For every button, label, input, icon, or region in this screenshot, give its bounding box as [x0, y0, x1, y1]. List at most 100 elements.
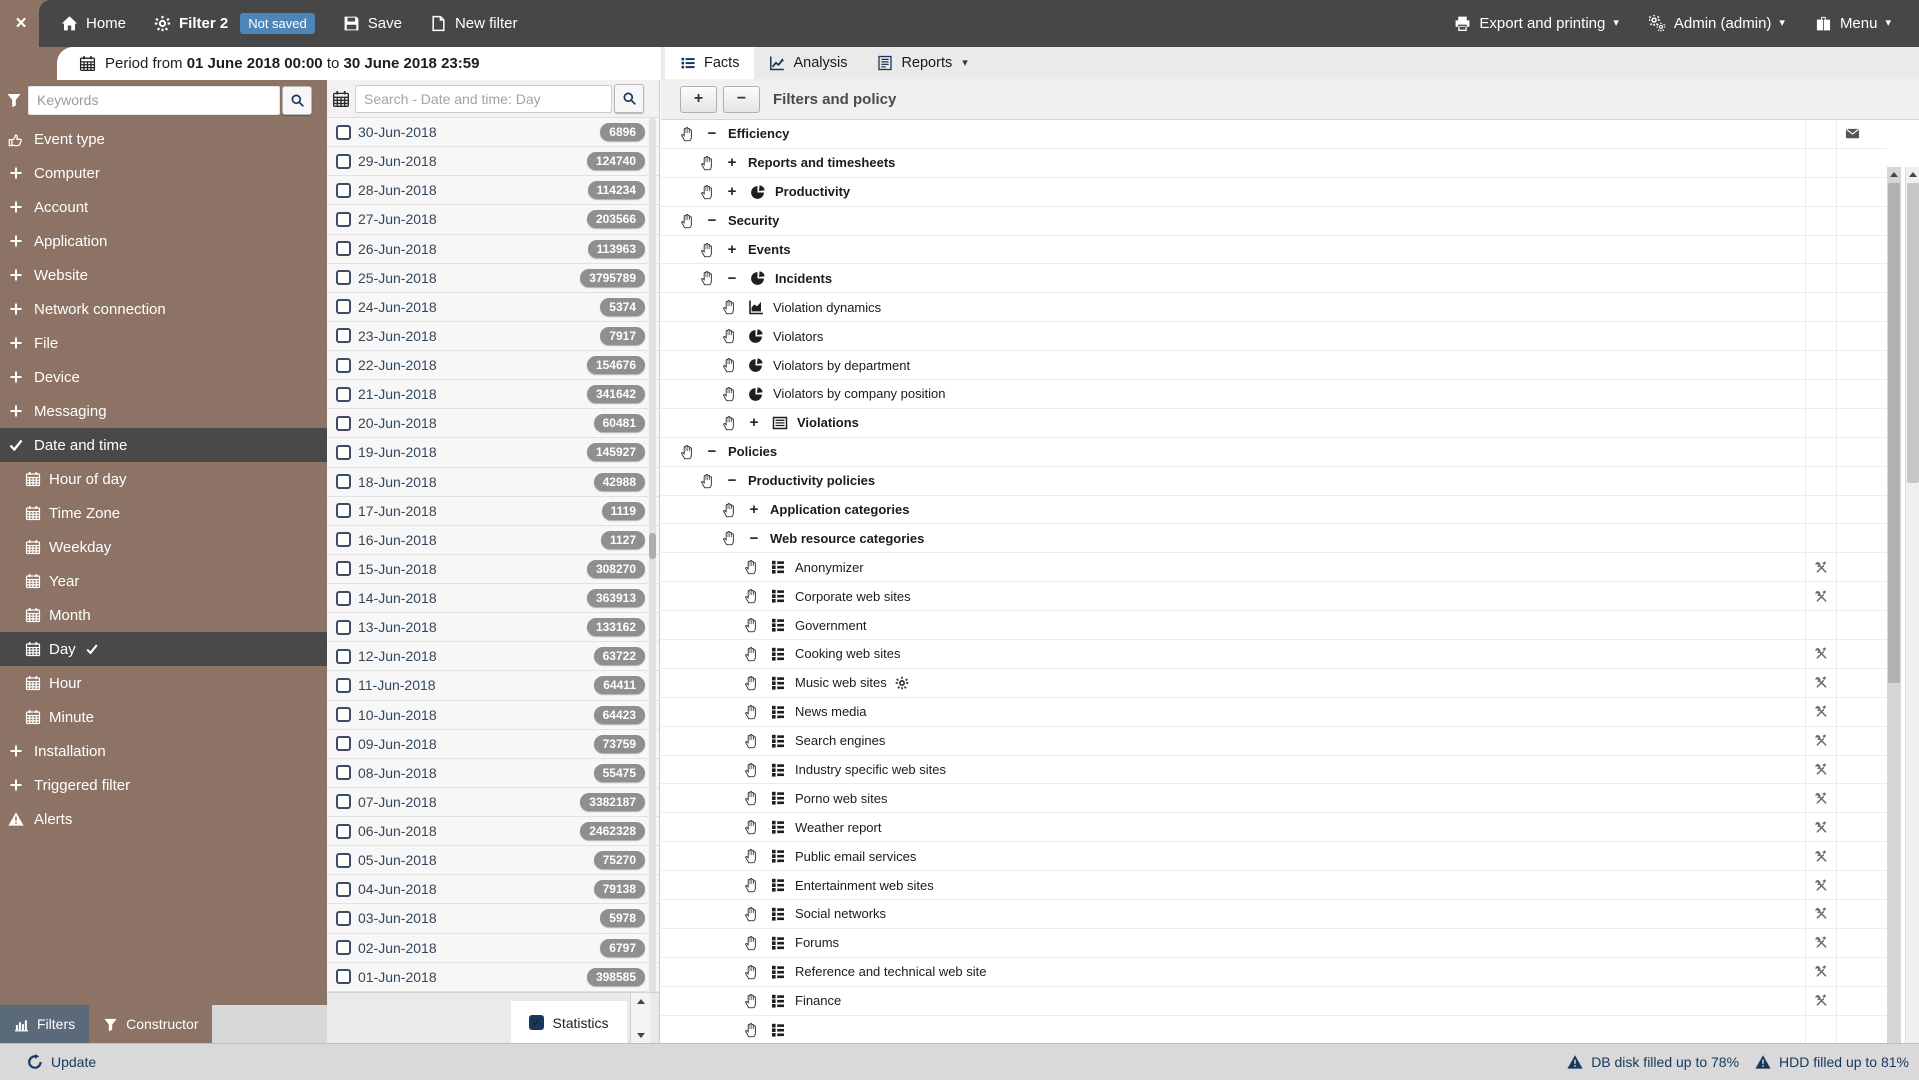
date-row[interactable]: 21-Jun-2018 341642 — [327, 380, 659, 410]
tree-scrollbar[interactable] — [1887, 167, 1901, 1080]
tree-row[interactable]: Finance — [661, 986, 1887, 1016]
sidebar-item[interactable]: Minute — [0, 700, 327, 734]
hand-icon[interactable] — [743, 935, 759, 951]
date-row[interactable]: 07-Jun-2018 3382187 — [327, 788, 659, 817]
tree-row[interactable]: + Violations — [661, 408, 1887, 438]
tools-icon[interactable] — [1814, 589, 1829, 604]
date-search-button[interactable] — [614, 84, 644, 113]
sidebar-item[interactable]: Date and time — [0, 428, 327, 462]
save-button[interactable]: Save — [343, 15, 402, 32]
date-row[interactable]: 18-Jun-2018 42988 — [327, 468, 659, 497]
tree-row[interactable]: Anonymizer — [661, 553, 1887, 583]
date-row[interactable]: 06-Jun-2018 2462328 — [327, 817, 659, 847]
hand-icon[interactable] — [743, 993, 759, 1009]
date-checkbox[interactable] — [336, 648, 351, 664]
date-checkbox[interactable] — [336, 503, 351, 519]
tree-row[interactable]: Violation dynamics — [661, 293, 1887, 323]
date-row[interactable]: 11-Jun-2018 64411 — [327, 671, 659, 701]
date-checkbox[interactable] — [336, 386, 351, 402]
sidebar-item[interactable]: Month — [0, 598, 327, 632]
tree-row[interactable]: Search engines — [661, 726, 1887, 756]
sidebar-item[interactable]: Weekday — [0, 530, 327, 564]
date-checkbox[interactable] — [336, 619, 351, 635]
date-checkbox[interactable] — [336, 823, 351, 839]
sidebar-item[interactable]: Hour of day — [0, 462, 327, 496]
tools-icon[interactable] — [1814, 733, 1829, 748]
tree-node-label[interactable]: Reference and technical web site — [795, 964, 987, 979]
hand-icon[interactable] — [721, 328, 737, 344]
tree-toggle[interactable]: + — [747, 501, 761, 518]
home-button[interactable]: Home — [61, 15, 126, 32]
add-button[interactable]: + — [680, 85, 717, 113]
date-checkbox[interactable] — [336, 736, 351, 752]
tree-node-label[interactable]: Music web sites — [795, 675, 887, 690]
hand-icon[interactable] — [743, 704, 759, 720]
tree-node-label[interactable]: Entertainment web sites — [795, 878, 934, 893]
tree-node-label[interactable]: Government — [795, 618, 867, 633]
tree-toggle[interactable]: − — [725, 270, 739, 287]
tree-node-label[interactable]: Application categories — [770, 502, 909, 517]
tree-row[interactable]: + Productivity — [661, 177, 1887, 207]
tree-node-label[interactable]: Search engines — [795, 733, 885, 748]
date-checkbox[interactable] — [336, 153, 351, 169]
page-scrollbar[interactable] — [1905, 167, 1919, 1080]
date-checkbox[interactable] — [336, 299, 351, 315]
sidebar-item[interactable]: Website — [0, 258, 327, 292]
tree-row[interactable]: Industry specific web sites — [661, 755, 1887, 785]
hand-icon[interactable] — [721, 530, 737, 546]
tree-node-label[interactable]: Cooking web sites — [795, 646, 901, 661]
hand-icon[interactable] — [679, 126, 695, 142]
tree-row[interactable]: − Productivity policies — [661, 466, 1887, 496]
tree-node-label[interactable]: Security — [728, 213, 779, 228]
date-checkbox[interactable] — [336, 940, 351, 956]
date-checkbox[interactable] — [336, 561, 351, 577]
sidebar-item[interactable]: Triggered filter — [0, 768, 327, 802]
sidebar-item[interactable]: Day — [0, 632, 327, 666]
hand-icon[interactable] — [743, 848, 759, 864]
tree-node-label[interactable]: Porno web sites — [795, 791, 888, 806]
sidebar-item[interactable]: Messaging — [0, 394, 327, 428]
hand-icon[interactable] — [743, 790, 759, 806]
tree-toggle[interactable]: − — [747, 530, 761, 547]
keywords-search-button[interactable] — [282, 85, 312, 115]
tree-node-label[interactable]: Productivity policies — [748, 473, 875, 488]
main-tab[interactable]: Analysis — [754, 47, 862, 79]
sidebar-item[interactable]: Hour — [0, 666, 327, 700]
tree-node-label[interactable]: Anonymizer — [795, 560, 864, 575]
tree-toggle[interactable]: + — [747, 414, 761, 431]
tools-icon[interactable] — [1814, 762, 1829, 777]
tree-row[interactable]: Reference and technical web site — [661, 957, 1887, 987]
tree-row[interactable]: Violators — [661, 322, 1887, 352]
main-tab[interactable]: Reports ▾ — [862, 47, 982, 79]
date-checkbox[interactable] — [336, 707, 351, 723]
tree-node-label[interactable]: Reports and timesheets — [748, 155, 895, 170]
date-row[interactable]: 24-Jun-2018 5374 — [327, 293, 659, 322]
tools-icon[interactable] — [1814, 646, 1829, 661]
hand-icon[interactable] — [743, 588, 759, 604]
hand-icon[interactable] — [743, 559, 759, 575]
date-checkbox[interactable] — [336, 124, 351, 140]
statistics-checkbox[interactable]: ✓ — [529, 1014, 545, 1030]
tree-row[interactable]: Entertainment web sites — [661, 871, 1887, 901]
hand-icon[interactable] — [699, 473, 715, 489]
tree-row[interactable]: − Policies — [661, 437, 1887, 467]
date-row[interactable]: 22-Jun-2018 154676 — [327, 351, 659, 381]
hand-icon[interactable] — [743, 877, 759, 893]
tree-node-label[interactable]: Public email services — [795, 849, 916, 864]
sidebar-item[interactable]: Year — [0, 564, 327, 598]
hand-icon[interactable] — [743, 675, 759, 691]
update-button[interactable]: Update — [27, 1054, 96, 1070]
date-checkbox[interactable] — [336, 590, 351, 606]
tree-node-label[interactable]: Social networks — [795, 906, 886, 921]
sidebar-item[interactable]: Network connection — [0, 292, 327, 326]
tree-node-label[interactable]: Violators — [773, 329, 823, 344]
tree-row[interactable]: Government — [661, 611, 1887, 641]
date-row[interactable]: 10-Jun-2018 64423 — [327, 701, 659, 730]
scrollbar-thumb[interactable] — [1907, 183, 1919, 483]
hand-icon[interactable] — [743, 646, 759, 662]
tree-toggle[interactable]: − — [705, 212, 719, 229]
tree-row[interactable]: Violators by department — [661, 351, 1887, 381]
date-row[interactable]: 12-Jun-2018 63722 — [327, 642, 659, 672]
tree-node-label[interactable]: Violators by department — [773, 358, 910, 373]
tree-row[interactable]: Public email services — [661, 842, 1887, 872]
